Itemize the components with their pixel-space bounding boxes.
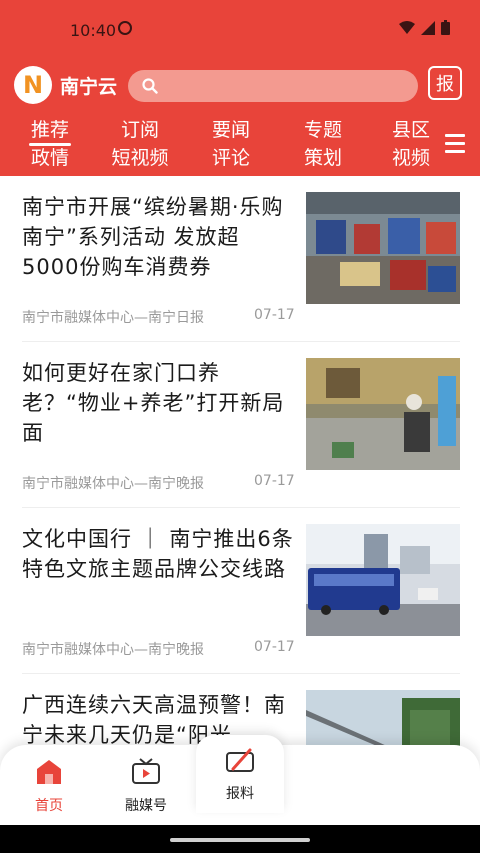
news-date: 07-17	[254, 307, 295, 323]
status-bar: 10:40	[0, 0, 480, 60]
tab-media[interactable]: 融媒号	[101, 745, 191, 825]
signal-icon	[421, 20, 435, 35]
list-item[interactable]: 南宁市开展“缤纷暑期·乐购南宁”系列活动 发放超5000份购车消费券 南宁市融媒…	[0, 176, 480, 342]
home-icon	[37, 760, 61, 784]
edit-icon	[226, 748, 254, 772]
news-thumbnail	[306, 358, 460, 470]
tab-label: 策划	[303, 147, 342, 169]
app-notification-icon	[118, 21, 132, 35]
menu-icon[interactable]	[445, 134, 465, 158]
tab-special[interactable]: 专题 策划	[288, 116, 358, 172]
news-title: 如何更好在家门口养老？“物业+养老”打开新局面	[22, 361, 285, 445]
status-icons	[399, 20, 450, 35]
tab-label: 要闻	[211, 119, 250, 141]
tab-label: 推荐	[15, 116, 85, 146]
search-icon	[142, 78, 158, 94]
news-title: 文化中国行 ｜ 南宁推出6条特色文旅主题品牌公交线路	[22, 527, 294, 581]
list-item[interactable]: 如何更好在家门口养老？“物业+养老”打开新局面 南宁市融媒体中心—南宁晚报 07…	[0, 342, 480, 508]
news-date: 07-17	[254, 639, 295, 655]
tab-news[interactable]: 要闻 评论	[196, 116, 266, 172]
tab-subscribe[interactable]: 订阅 短视频	[105, 116, 175, 172]
news-title: 南宁市开展“缤纷暑期·乐购南宁”系列活动 发放超5000份购车消费券	[22, 195, 284, 279]
system-nav-bar	[0, 825, 480, 853]
news-date: 07-17	[254, 473, 295, 489]
news-thumbnail	[306, 192, 460, 304]
tab-home[interactable]: 首页	[4, 745, 94, 825]
logo-text: 南宁云	[60, 75, 118, 98]
status-time: 10:40	[70, 21, 117, 40]
battery-icon	[441, 20, 450, 35]
tv-icon	[132, 758, 160, 784]
top-bar: N 南宁云 报	[0, 66, 480, 106]
bottom-tab-bar: 首页 融媒号 报料	[0, 735, 480, 825]
tab-label: 报料	[226, 786, 254, 802]
wifi-icon	[399, 20, 415, 34]
tab-label: 首页	[35, 798, 63, 814]
app-logo[interactable]: N 南宁云	[14, 66, 117, 104]
news-thumbnail	[306, 524, 460, 636]
tab-label: 短视频	[111, 147, 169, 169]
tab-county[interactable]: 县区 视频	[376, 116, 446, 172]
logo-mark: N	[14, 66, 52, 104]
report-icon: 报	[436, 74, 454, 95]
logo-glyph: N	[22, 71, 44, 99]
news-source: 南宁市融媒体中心—南宁晚报	[22, 642, 204, 658]
tab-label: 视频	[391, 147, 430, 169]
tab-label: 政情	[30, 147, 69, 169]
list-item[interactable]: 文化中国行 ｜ 南宁推出6条特色文旅主题品牌公交线路 南宁市融媒体中心—南宁晚报…	[0, 508, 480, 674]
tab-report[interactable]: 报料	[196, 735, 284, 813]
home-gesture-bar[interactable]	[170, 838, 310, 842]
news-source: 南宁市融媒体中心—南宁日报	[22, 310, 204, 326]
channel-tabs: 推荐 政情 订阅 短视频 要闻 评论 专题 策划 县区 视频	[0, 116, 480, 176]
news-list: 南宁市开展“缤纷暑期·乐购南宁”系列活动 发放超5000份购车消费券 南宁市融媒…	[0, 176, 480, 826]
tab-label: 订阅	[120, 119, 159, 141]
tab-recommend[interactable]: 推荐 政情	[15, 116, 85, 172]
report-button[interactable]: 报	[428, 66, 462, 100]
news-source: 南宁市融媒体中心—南宁晚报	[22, 476, 204, 492]
tab-label: 评论	[211, 147, 250, 169]
tab-label: 融媒号	[125, 798, 167, 814]
search-input[interactable]	[128, 70, 418, 102]
tab-label: 县区	[391, 119, 430, 141]
tab-label: 专题	[303, 119, 342, 141]
